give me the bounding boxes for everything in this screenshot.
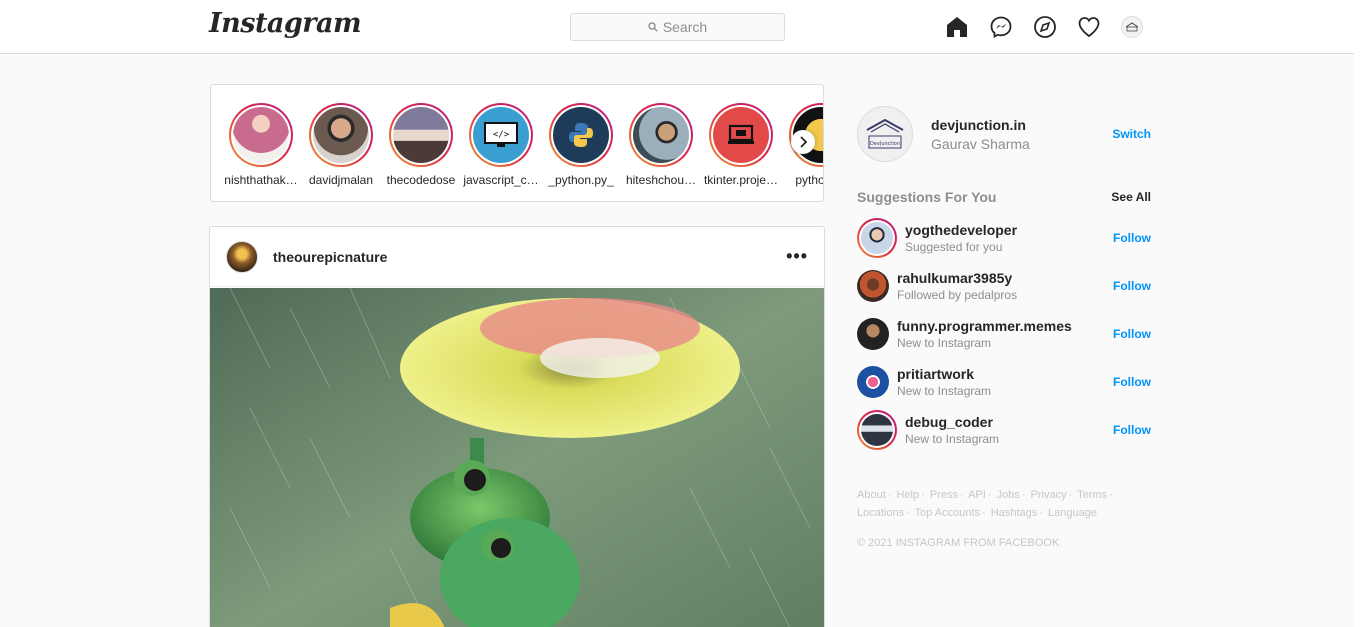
story-avatar: </> bbox=[473, 107, 529, 163]
footer-link-terms[interactable]: Terms bbox=[1077, 489, 1107, 501]
stories-tray: nishthathak… davidjmalan thecodedose </>… bbox=[210, 84, 824, 202]
suggestion-username[interactable]: debug_coder bbox=[905, 414, 999, 430]
story-avatar bbox=[393, 107, 449, 163]
suggestion-subtitle: Followed by pedalpros bbox=[897, 288, 1018, 302]
search-input[interactable]: Search bbox=[570, 13, 785, 41]
footer-link-top-accounts[interactable]: Top Accounts bbox=[915, 507, 980, 519]
current-user-avatar[interactable]: DevJunction bbox=[857, 106, 913, 162]
story-avatar bbox=[713, 107, 769, 163]
story-avatar bbox=[233, 107, 289, 163]
story-username: thecodedose bbox=[386, 173, 456, 187]
suggestion-avatar[interactable] bbox=[857, 410, 897, 450]
current-user: DevJunction devjunction.in Gaurav Sharma… bbox=[857, 104, 1151, 164]
see-all-link[interactable]: See All bbox=[1111, 190, 1151, 204]
story-item[interactable]: _python.py_ bbox=[541, 103, 621, 187]
story-username: hiteshchou… bbox=[625, 173, 697, 187]
follow-button[interactable]: Follow bbox=[1113, 375, 1151, 389]
frog-flower-photo bbox=[210, 288, 824, 627]
suggestion-username[interactable]: pritiartwork bbox=[897, 366, 991, 382]
stories-next-button[interactable] bbox=[791, 130, 815, 154]
heart-icon[interactable] bbox=[1077, 15, 1101, 39]
story-username: davidjmalan bbox=[308, 173, 374, 187]
footer-link-help[interactable]: Help bbox=[896, 489, 919, 501]
footer-link-press[interactable]: Press bbox=[930, 489, 958, 501]
story-username: nishthathak… bbox=[224, 173, 298, 187]
explore-icon[interactable] bbox=[1033, 15, 1057, 39]
search-icon bbox=[648, 22, 658, 32]
right-sidebar: DevJunction devjunction.in Gaurav Sharma… bbox=[857, 104, 1151, 549]
suggestion-subtitle: New to Instagram bbox=[897, 384, 992, 398]
post-header: theourepicnature ••• bbox=[210, 227, 824, 287]
story-item[interactable]: thecodedose bbox=[381, 103, 461, 187]
suggestions-header: Suggestions For You See All bbox=[857, 188, 1151, 206]
scrollbar[interactable] bbox=[1354, 0, 1366, 627]
avatar-logo-text: DevJunction bbox=[870, 141, 900, 147]
more-options-button[interactable]: ••• bbox=[786, 246, 808, 267]
footer-link-locations[interactable]: Locations bbox=[857, 507, 904, 519]
footer-link-api[interactable]: API bbox=[968, 489, 986, 501]
footer-link-about[interactable]: About bbox=[857, 489, 886, 501]
post-image[interactable] bbox=[210, 288, 824, 627]
top-nav: Instagram Search bbox=[0, 0, 1354, 54]
suggestion-username[interactable]: yogthedeveloper bbox=[905, 222, 1017, 238]
footer-links: About · Help · Press · API · Jobs · Privacy · … bbox=[857, 489, 1113, 519]
suggestion-subtitle: New to Instagram bbox=[897, 336, 992, 350]
current-username[interactable]: devjunction.in bbox=[931, 117, 1030, 133]
story-username: tkinter.proje… bbox=[703, 173, 779, 187]
suggestion-row: debug_coder New to Instagram Follow bbox=[857, 406, 1151, 454]
suggestion-avatar[interactable] bbox=[857, 318, 889, 350]
suggestion-avatar[interactable] bbox=[857, 270, 889, 302]
suggestion-avatar[interactable] bbox=[857, 218, 897, 258]
story-username: _python.py_ bbox=[548, 173, 614, 187]
story-username: javascript_c… bbox=[463, 173, 539, 187]
search-placeholder: Search bbox=[662, 19, 708, 35]
suggestion-avatar[interactable] bbox=[857, 366, 889, 398]
suggestion-row: pritiartwork New to Instagram Follow bbox=[857, 358, 1151, 406]
suggestion-subtitle: New to Instagram bbox=[905, 432, 1000, 446]
feed-post: theourepicnature ••• bbox=[209, 226, 825, 627]
post-username[interactable]: theourepicnature bbox=[273, 249, 387, 265]
profile-avatar[interactable] bbox=[1121, 16, 1143, 38]
story-avatar bbox=[553, 107, 609, 163]
footer-link-privacy[interactable]: Privacy bbox=[1031, 489, 1067, 501]
story-avatar bbox=[633, 107, 689, 163]
copyright: © 2021 INSTAGRAM FROM FACEBOOK bbox=[857, 537, 1060, 549]
instagram-logo[interactable]: Instagram bbox=[209, 8, 362, 39]
chevron-right-icon bbox=[800, 136, 808, 148]
suggestion-subtitle: Suggested for you bbox=[905, 240, 1003, 254]
follow-button[interactable]: Follow bbox=[1113, 231, 1151, 245]
switch-button[interactable]: Switch bbox=[1112, 127, 1151, 141]
story-item[interactable]: hiteshchou… bbox=[621, 103, 701, 187]
follow-button[interactable]: Follow bbox=[1113, 327, 1151, 341]
suggestions-title: Suggestions For You bbox=[857, 189, 997, 205]
footer-link-hashtags[interactable]: Hashtags bbox=[991, 507, 1037, 519]
post-avatar[interactable] bbox=[226, 240, 258, 273]
story-username: python.… bbox=[795, 173, 823, 187]
follow-button[interactable]: Follow bbox=[1113, 423, 1151, 437]
suggestion-row: funny.programmer.memes New to Instagram … bbox=[857, 310, 1151, 358]
svg-text:</>: </> bbox=[493, 130, 510, 140]
home-icon[interactable] bbox=[945, 15, 969, 39]
suggestions-list: yogthedeveloper Suggested for you Follow… bbox=[857, 214, 1151, 454]
story-item[interactable]: nishthathak… bbox=[221, 103, 301, 187]
suggestion-row: yogthedeveloper Suggested for you Follow bbox=[857, 214, 1151, 262]
story-item[interactable]: davidjmalan bbox=[301, 103, 381, 187]
suggestion-row: rahulkumar3985y Followed by pedalpros Fo… bbox=[857, 262, 1151, 310]
follow-button[interactable]: Follow bbox=[1113, 279, 1151, 293]
story-item[interactable]: tkinter.proje… bbox=[701, 103, 781, 187]
suggestion-username[interactable]: funny.programmer.memes bbox=[897, 318, 1072, 334]
footer-link-language[interactable]: Language bbox=[1048, 507, 1097, 519]
messenger-icon[interactable] bbox=[989, 15, 1013, 39]
footer-link-jobs[interactable]: Jobs bbox=[997, 489, 1020, 501]
current-fullname: Gaurav Sharma bbox=[931, 135, 1030, 152]
nav-icons bbox=[945, 15, 1143, 39]
suggestion-username[interactable]: rahulkumar3985y bbox=[897, 270, 1017, 286]
story-avatar bbox=[313, 107, 369, 163]
story-item[interactable]: </> javascript_c… bbox=[461, 103, 541, 187]
